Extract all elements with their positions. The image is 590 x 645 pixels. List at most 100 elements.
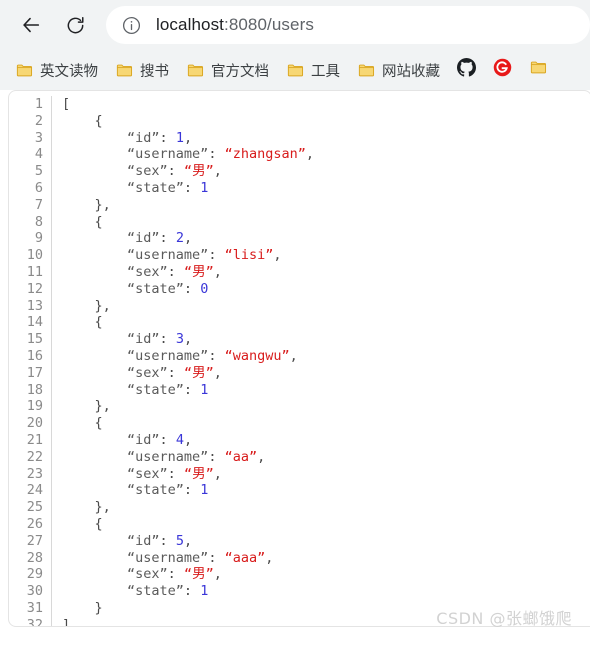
bookmark-label: 网站收藏 xyxy=(382,63,440,80)
token-str: “男” xyxy=(183,465,214,482)
code-line: }, xyxy=(62,197,590,214)
token-num: 1 xyxy=(200,482,209,499)
token-punct: : xyxy=(159,230,176,247)
code-line: “id”: 4, xyxy=(62,432,590,449)
line-number: 19 xyxy=(26,398,43,415)
token-punct: }, xyxy=(62,196,111,213)
code-line: “id”: 1, xyxy=(62,130,590,147)
line-number: 29 xyxy=(26,566,43,583)
code-wrapper: 1 2 3 4 5 6 7 8 9 10 11 12 13 14 15 16 17 18 19 20 21 22 23 24 2… xyxy=(9,91,590,627)
token-key: “username” xyxy=(62,146,209,163)
token-punct: : xyxy=(208,146,225,163)
code-line: { xyxy=(62,516,590,533)
bookmark-item-overflow-folder[interactable] xyxy=(526,56,550,84)
address-bar[interactable]: localhost:8080/users xyxy=(106,6,590,44)
token-punct: , xyxy=(305,146,314,163)
token-num: 3 xyxy=(175,331,184,348)
line-number: 4 xyxy=(34,146,43,163)
line-number: 17 xyxy=(26,364,43,381)
browser-chrome: localhost:8080/users 英文读物 搜书 官方文档 工具 网站收… xyxy=(0,0,590,90)
code-line: “username”: “zhangsan”, xyxy=(62,146,590,163)
token-key: “sex” xyxy=(62,566,168,583)
line-number: 30 xyxy=(26,583,43,600)
bookmark-label: 英文读物 xyxy=(40,63,98,80)
bookmark-item-official-docs[interactable]: 官方文档 xyxy=(183,56,273,84)
watermark: CSDN @张螂饿爬 xyxy=(436,609,572,628)
back-arrow-icon xyxy=(20,14,42,36)
code-line: “sex”: “男”, xyxy=(62,365,590,382)
code-line: “id”: 5, xyxy=(62,533,590,550)
token-punct: , xyxy=(183,431,193,448)
folder-icon xyxy=(16,62,33,79)
folder-icon xyxy=(358,62,375,79)
folder-icon xyxy=(530,59,547,81)
url-path: :8080/users xyxy=(224,15,314,34)
address-bar-url: localhost:8080/users xyxy=(156,15,314,35)
token-num: 0 xyxy=(200,280,209,297)
bookmark-item-tools[interactable]: 工具 xyxy=(283,56,344,84)
bookmarks-bar: 英文读物 搜书 官方文档 工具 网站收藏 xyxy=(0,50,590,90)
token-punct: : xyxy=(183,583,201,600)
code-line: “sex”: “男”, xyxy=(62,566,590,583)
bookmark-label: 官方文档 xyxy=(211,63,269,80)
token-punct: , xyxy=(289,347,298,364)
token-str: “zhangsan” xyxy=(224,146,306,163)
token-punct: , xyxy=(183,532,193,549)
code-line: { xyxy=(62,314,590,331)
code-line: [ xyxy=(62,96,590,113)
bookmark-item-g-site[interactable] xyxy=(490,56,514,84)
token-punct: : xyxy=(208,347,225,364)
bookmark-item-site-collection[interactable]: 网站收藏 xyxy=(354,56,444,84)
line-number: 16 xyxy=(26,347,43,364)
bookmark-item-english-reading[interactable]: 英文读物 xyxy=(12,56,102,84)
token-num: 1 xyxy=(200,381,209,398)
bookmark-item-github[interactable] xyxy=(454,56,478,84)
back-button[interactable] xyxy=(14,8,48,42)
token-punct: : xyxy=(183,280,201,297)
bookmark-label: 搜书 xyxy=(140,63,169,80)
token-key: “id” xyxy=(62,230,160,247)
line-number: 12 xyxy=(26,280,43,297)
token-punct: { xyxy=(62,112,103,129)
token-punct: : xyxy=(159,431,176,448)
browser-toolbar: localhost:8080/users xyxy=(0,0,590,50)
token-punct: : xyxy=(167,163,184,180)
line-number: 32 xyxy=(26,616,43,627)
token-punct: , xyxy=(183,129,193,146)
line-number: 20 xyxy=(26,415,43,432)
token-punct: , xyxy=(213,263,222,280)
token-punct: : xyxy=(183,381,201,398)
code-line: “sex”: “男”, xyxy=(62,466,590,483)
token-num: 4 xyxy=(175,431,184,448)
line-number: 6 xyxy=(34,179,43,196)
token-punct: : xyxy=(183,482,201,499)
json-code-body[interactable]: [ { “id”: 1, “username”: “zhangsan”, “se… xyxy=(52,96,590,626)
token-num: 5 xyxy=(175,532,184,549)
code-line: “username”: “wangwu”, xyxy=(62,348,590,365)
token-punct: }, xyxy=(62,398,111,415)
info-circle-icon[interactable] xyxy=(120,14,142,36)
token-punct: : xyxy=(167,263,184,280)
token-punct: : xyxy=(159,129,176,146)
token-key: “sex” xyxy=(62,465,168,482)
token-punct: : xyxy=(167,465,184,482)
line-number-gutter: 1 2 3 4 5 6 7 8 9 10 11 12 13 14 15 16 17 18 19 20 21 22 23 24 2… xyxy=(9,96,52,627)
token-punct: , xyxy=(183,230,193,247)
token-punct: }, xyxy=(62,297,111,314)
token-punct: [ xyxy=(62,96,71,112)
token-punct: , xyxy=(213,566,222,583)
token-key: “username” xyxy=(62,247,209,264)
line-number: 8 xyxy=(34,213,43,230)
line-number: 13 xyxy=(26,297,43,314)
token-key: “state” xyxy=(62,381,184,398)
token-key: “username” xyxy=(62,549,209,566)
line-number: 11 xyxy=(26,263,43,280)
line-number: 18 xyxy=(26,381,43,398)
code-line: }, xyxy=(62,499,590,516)
token-str: “aa” xyxy=(224,448,258,465)
reload-button[interactable] xyxy=(58,8,92,42)
token-punct: , xyxy=(213,364,222,381)
code-line: “state”: 1 xyxy=(62,482,590,499)
token-punct: , xyxy=(183,331,193,348)
bookmark-item-book-search[interactable]: 搜书 xyxy=(112,56,173,84)
